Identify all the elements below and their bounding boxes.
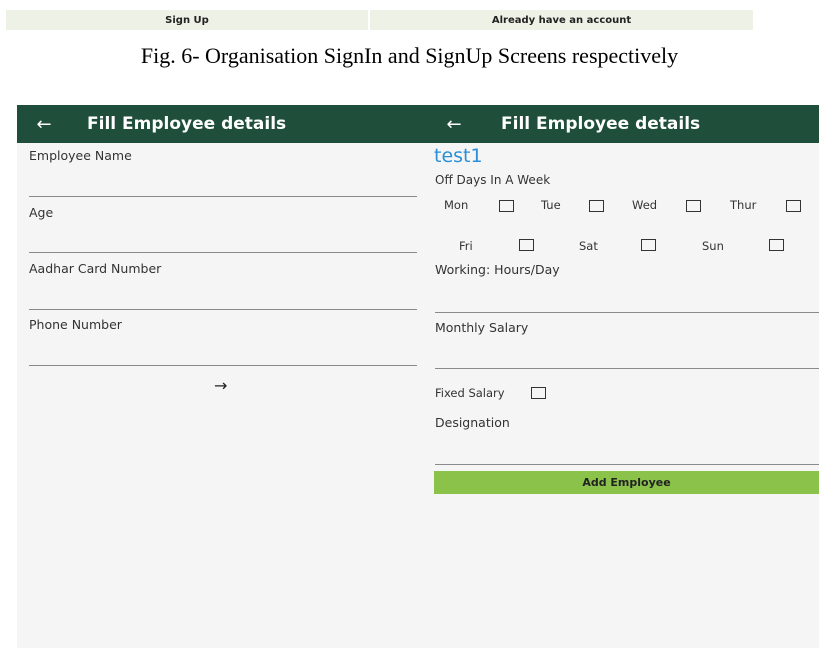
age-input[interactable] xyxy=(29,252,417,253)
add-employee-label: Add Employee xyxy=(582,476,671,489)
left-phone-screen: ← Fill Employee details Employee Name Ag… xyxy=(17,105,427,648)
designation-label: Designation xyxy=(435,415,510,430)
day-label-fri: Fri xyxy=(459,239,473,253)
day-label-sun: Sun xyxy=(702,239,724,253)
off-days-label: Off Days In A Week xyxy=(435,173,551,187)
checkbox-thur[interactable] xyxy=(786,200,801,212)
sign-up-label: Sign Up xyxy=(165,14,209,26)
sign-up-strip[interactable]: Sign Up xyxy=(6,10,368,30)
aadhar-card-number-input[interactable] xyxy=(29,309,417,310)
checkbox-sat[interactable] xyxy=(641,239,656,251)
checkbox-mon[interactable] xyxy=(499,200,514,212)
phone-number-input[interactable] xyxy=(29,365,417,366)
day-label-mon: Mon xyxy=(444,198,469,212)
employee-name-label: Employee Name xyxy=(29,148,132,163)
phone-number-label: Phone Number xyxy=(29,317,122,332)
working-hours-label: Working: Hours/Day xyxy=(435,262,560,277)
app-bar: ← Fill Employee details xyxy=(17,105,427,143)
back-arrow-icon[interactable]: ← xyxy=(435,114,473,135)
next-arrow-icon[interactable]: → xyxy=(214,376,227,395)
back-arrow-icon[interactable]: ← xyxy=(25,114,63,135)
checkbox-sun[interactable] xyxy=(769,239,784,251)
fixed-salary-label: Fixed Salary xyxy=(435,386,505,400)
already-have-account-label: Already have an account xyxy=(491,14,632,26)
checkbox-fixed-salary[interactable] xyxy=(531,387,546,399)
day-label-tue: Tue xyxy=(541,198,561,212)
day-label-thur: Thur xyxy=(730,198,757,212)
already-have-account-strip[interactable]: Already have an account xyxy=(370,10,753,30)
checkbox-fri[interactable] xyxy=(519,239,534,251)
checkbox-tue[interactable] xyxy=(589,200,604,212)
app-bar: ← Fill Employee details xyxy=(427,105,819,143)
app-bar-title: Fill Employee details xyxy=(87,114,287,134)
monthly-salary-input[interactable] xyxy=(435,368,819,369)
employee-name-heading: test1 xyxy=(434,145,483,167)
monthly-salary-label: Monthly Salary xyxy=(435,320,529,335)
app-bar-title: Fill Employee details xyxy=(501,114,701,134)
add-employee-button[interactable]: Add Employee xyxy=(434,471,819,494)
employee-name-input[interactable] xyxy=(29,196,417,197)
right-phone-screen: ← Fill Employee details test1 Off Days I… xyxy=(427,105,819,648)
checkbox-wed[interactable] xyxy=(686,200,701,212)
figure-caption: Fig. 6- Organisation SignIn and SignUp S… xyxy=(140,43,679,68)
age-label: Age xyxy=(29,205,54,220)
designation-input[interactable] xyxy=(435,464,819,465)
working-hours-input[interactable] xyxy=(435,312,819,313)
aadhar-card-number-label: Aadhar Card Number xyxy=(29,261,162,276)
day-label-sat: Sat xyxy=(579,239,598,253)
day-label-wed: Wed xyxy=(632,198,658,212)
